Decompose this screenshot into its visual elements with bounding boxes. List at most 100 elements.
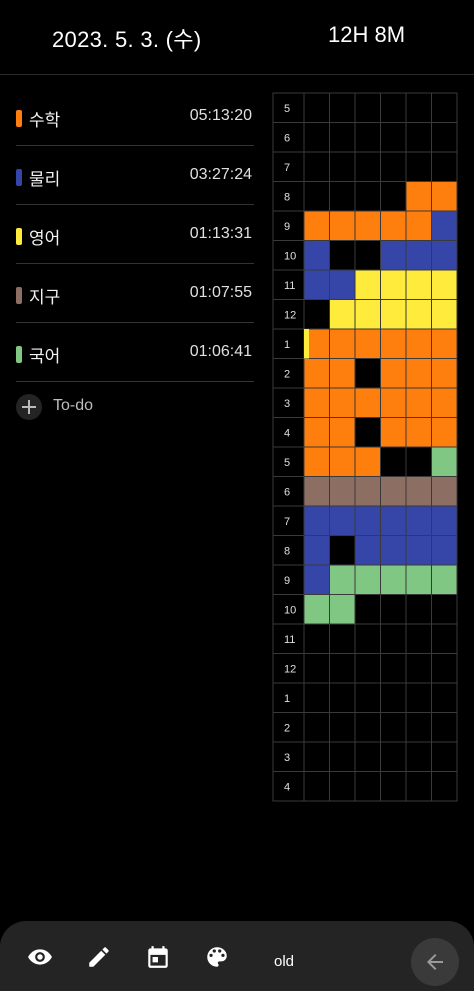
timetable-cell <box>303 653 330 684</box>
app-header: 2023. 5. 3. (수) 12H 8M <box>0 0 474 75</box>
timetable-partial-cell <box>304 329 309 359</box>
calendar-icon[interactable] <box>145 944 171 970</box>
timetable-cell <box>303 210 330 241</box>
subject-item-english[interactable]: 영어 01:13:31 <box>16 206 254 264</box>
timetable-cell <box>303 387 330 418</box>
timetable-cell <box>405 741 432 772</box>
color-swatch <box>16 169 22 186</box>
color-swatch <box>16 346 22 363</box>
timetable-cell <box>431 151 458 182</box>
subject-name: 지구 <box>29 288 61 308</box>
timetable-cell <box>380 535 407 566</box>
subject-item-korean[interactable]: 국어 01:06:41 <box>16 324 254 382</box>
bottom-bar: old <box>0 921 474 991</box>
timetable-cell <box>354 564 381 595</box>
palette-icon[interactable] <box>204 944 230 970</box>
timetable-cell <box>431 181 458 212</box>
timetable-cell <box>329 682 356 713</box>
pencil-icon[interactable] <box>86 944 112 970</box>
timetable-cell <box>329 358 356 389</box>
timetable-cell <box>303 564 330 595</box>
timetable-cell <box>431 682 458 713</box>
mode-label[interactable]: old <box>274 953 294 970</box>
hour-label: 1 <box>284 339 290 351</box>
subject-time: 05:13:20 <box>189 107 252 124</box>
timetable-cell <box>405 505 432 536</box>
date-title[interactable]: 2023. 5. 3. (수) <box>52 22 201 54</box>
subject-item-physics[interactable]: 물리 03:27:24 <box>16 147 254 205</box>
subject-list: 수학 05:13:20 물리 03:27:24 영어 01:13:31 지구 0… <box>16 88 254 383</box>
timetable-cell <box>329 712 356 743</box>
timetable-cell <box>329 505 356 536</box>
timetable-cell <box>303 122 330 153</box>
timetable-cell <box>329 387 356 418</box>
timetable-cell <box>354 682 381 713</box>
timetable-cell <box>354 92 381 123</box>
timetable-cell <box>354 417 381 448</box>
timetable-cell <box>303 92 330 123</box>
back-button[interactable] <box>411 938 459 986</box>
timetable-cell <box>380 653 407 684</box>
hour-label: 7 <box>284 162 290 174</box>
timetable-cell <box>354 151 381 182</box>
timetable-cell <box>329 269 356 300</box>
timetable-cell <box>354 387 381 418</box>
timetable-cell <box>380 210 407 241</box>
timetable-cell <box>303 446 330 477</box>
timetable-cell <box>354 181 381 212</box>
subject-time: 03:27:24 <box>189 166 252 183</box>
timetable-cell <box>354 623 381 654</box>
timetable-cell <box>329 92 356 123</box>
timetable-cell <box>303 682 330 713</box>
subject-item-math[interactable]: 수학 05:13:20 <box>16 88 254 146</box>
hour-label: 8 <box>284 191 290 203</box>
todo-label: To-do <box>53 397 94 414</box>
timetable-cell <box>405 210 432 241</box>
timetable-cell <box>431 122 458 153</box>
timetable-cell <box>354 269 381 300</box>
add-todo-button[interactable]: To-do <box>16 394 136 422</box>
timetable-cell <box>303 417 330 448</box>
hour-label: 5 <box>284 103 290 115</box>
timetable-cell <box>431 594 458 625</box>
timetable-cell <box>380 446 407 477</box>
subject-item-earth-science[interactable]: 지구 01:07:55 <box>16 265 254 323</box>
timetable-cell <box>380 181 407 212</box>
timetable-cell <box>431 476 458 507</box>
timetable-cell <box>329 122 356 153</box>
hour-label: 10 <box>284 604 296 616</box>
timetable-cell <box>431 417 458 448</box>
timetable-cell <box>329 741 356 772</box>
timetable-cell <box>380 712 407 743</box>
timetable-cell <box>405 328 432 359</box>
timetable-cell <box>354 653 381 684</box>
timetable-cell <box>329 535 356 566</box>
timetable-cell <box>354 240 381 271</box>
timetable-cell <box>329 210 356 241</box>
timetable-cell <box>303 476 330 507</box>
timetable-cell <box>303 535 330 566</box>
timetable-cell <box>431 92 458 123</box>
eye-icon[interactable] <box>27 944 53 970</box>
timetable-cell <box>431 505 458 536</box>
plus-icon <box>16 394 42 420</box>
hour-label: 8 <box>284 545 290 557</box>
timetable-cell <box>431 623 458 654</box>
timetable-cell <box>329 446 356 477</box>
arrow-left-icon <box>427 954 443 970</box>
timetable-cell <box>329 594 356 625</box>
timetable-cell <box>431 328 458 359</box>
timetable-cell <box>380 358 407 389</box>
timetable-cell <box>329 623 356 654</box>
timetable-cell <box>405 594 432 625</box>
timetable-cell <box>431 712 458 743</box>
timetable-cell <box>303 771 330 802</box>
timetable-cell <box>354 122 381 153</box>
hour-label: 9 <box>284 575 290 587</box>
timetable-cell <box>329 476 356 507</box>
timetable-cell <box>303 240 330 271</box>
timetable-cell <box>431 771 458 802</box>
timetable-cell <box>380 151 407 182</box>
hour-label: 2 <box>284 368 290 380</box>
timetable-cell <box>329 417 356 448</box>
